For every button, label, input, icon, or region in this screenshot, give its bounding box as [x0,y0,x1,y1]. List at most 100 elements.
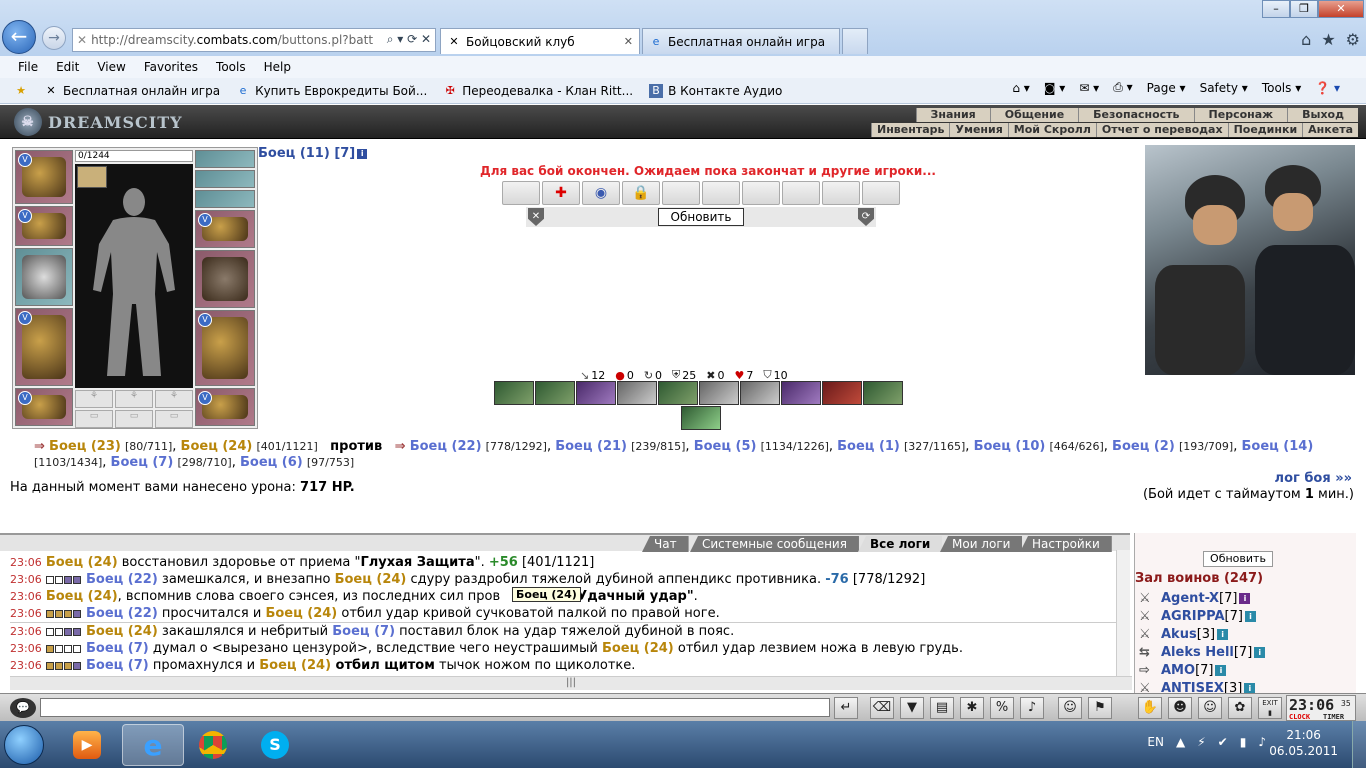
team2-member[interactable]: Боец (21) [555,439,627,454]
hall-user[interactable]: ⚔ ANTISEX[3] i [1139,681,1256,693]
menu-favorites[interactable]: Favorites [144,60,198,74]
menu-edit[interactable]: Edit [56,60,79,74]
info-icon[interactable]: i [1239,593,1251,604]
action-slot[interactable] [702,181,740,205]
hall-refresh-button[interactable]: Обновить [1203,551,1273,567]
nav-transfer-report[interactable]: Отчет о переводах [1095,123,1228,137]
favorite-item[interactable]: ✕ Бесплатная онлайн игра [44,84,220,98]
close-window-icon[interactable]: ✕ [1318,0,1364,18]
ring-slot[interactable]: ⚘ [115,390,153,408]
team2-member[interactable]: Боец (22) [410,439,482,454]
send-icon[interactable]: ↵ [834,697,858,719]
home-icon[interactable]: ⌂ [1301,30,1311,49]
rune-slot[interactable]: ▭ [155,410,193,428]
rss-icon[interactable]: ◙ ▾ [1044,81,1065,95]
skill-button[interactable] [740,381,780,405]
move-icon[interactable]: ✱ [960,697,984,719]
gloves-slot[interactable]: V [195,210,255,248]
ring-slot[interactable]: ⚘ [155,390,193,408]
friends-icon[interactable]: ☺ [1198,697,1222,719]
chat-input[interactable] [40,698,830,717]
favorites-star-icon[interactable]: ★ [14,84,28,98]
fighter-name[interactable]: Боец (11) [7] i [258,146,368,161]
nav-duels[interactable]: Поединки [1227,123,1303,137]
menu-help[interactable]: Help [264,60,291,74]
info-icon[interactable]: i [357,148,368,159]
action-slot[interactable] [782,181,820,205]
action-slot[interactable] [822,181,860,205]
hall-user[interactable]: ⚔ Akus[3] i [1139,627,1229,642]
nav-my-scroll[interactable]: Мой Скролл [1007,123,1096,137]
save-log-icon[interactable]: ▤ [930,697,954,719]
skill-button[interactable] [658,381,698,405]
forward-button[interactable]: → [42,26,66,50]
tab-all-logs[interactable]: Все логи [858,536,943,552]
weapon-slot[interactable] [15,248,73,306]
belt-slot[interactable]: V [15,388,73,426]
safety-menu[interactable]: Safety ▾ [1200,81,1248,95]
favorite-item[interactable]: BВ Контакте Аудио [649,83,782,98]
nav-profile[interactable]: Анкета [1302,123,1358,137]
hall-user[interactable]: ⚔ Agent-X[7] i [1139,591,1251,606]
legs-slot[interactable]: V [195,310,255,386]
faces-icon[interactable]: ☻ [1168,697,1192,719]
earring-slot[interactable] [195,170,255,188]
shield-slot[interactable] [195,250,255,308]
hall-user[interactable]: ⚔ AGRIPPA[7] i [1139,609,1256,624]
favorite-item[interactable]: e Купить Еврокредиты Бой... [236,84,428,98]
tab-my-logs[interactable]: Мои логи [940,536,1023,552]
gear-icon[interactable]: ⚙ [1346,30,1360,49]
nav-communication[interactable]: Общение [989,108,1078,122]
amulet-slot[interactable] [195,150,255,168]
team2-member[interactable]: Боец (2) [1112,439,1175,454]
menu-file[interactable]: File [18,60,38,74]
home-icon[interactable]: ⌂ ▾ [1012,81,1029,95]
media-player-icon[interactable]: ▶ [56,724,118,766]
nav-exit[interactable]: Выход [1287,108,1358,122]
pet-slot[interactable] [77,166,107,188]
tab-free-game[interactable]: e Бесплатная онлайн игра [642,28,840,54]
info-icon[interactable]: i [1244,683,1256,693]
nav-character[interactable]: Персонаж [1193,108,1288,122]
close-tab-icon[interactable]: ✕ [624,35,633,48]
signal-icon[interactable]: ▮ [1240,735,1247,749]
tab-system-messages[interactable]: Системные сообщения [690,536,859,552]
refresh-button[interactable]: Обновить [658,208,744,226]
skype-icon[interactable]: S [244,724,306,766]
ie-taskbar-icon[interactable]: e [122,724,184,766]
hand-icon[interactable]: ✋ [1138,697,1162,719]
start-button[interactable] [4,725,44,765]
clan-icon[interactable]: ⚑ [1088,697,1112,719]
skill-button[interactable] [617,381,657,405]
star-icon[interactable]: ★ [1321,30,1335,49]
team1-member[interactable]: Боец (24) [181,439,253,454]
page-menu[interactable]: Page ▾ [1147,81,1186,95]
menu-tools[interactable]: Tools [216,60,246,74]
show-desktop-button[interactable] [1352,721,1366,768]
nav-skills[interactable]: Умения [949,123,1007,137]
tab-chat[interactable]: Чат [642,536,689,552]
nav-security[interactable]: Безопасность [1078,108,1193,122]
help-icon[interactable]: ❓ ▾ [1315,81,1340,95]
info-icon[interactable]: i [1215,665,1227,676]
cat-icon[interactable]: ✿ [1228,697,1252,719]
rune-slot[interactable]: ▭ [75,410,113,428]
team1-member[interactable]: Боец (23) [49,439,121,454]
skill-button[interactable] [535,381,575,405]
team2-member[interactable]: Боец (1) [837,439,900,454]
filter-icon[interactable]: ▼ [900,697,924,719]
nav-inventory[interactable]: Инвентарь [871,123,949,137]
skill-button[interactable] [576,381,616,405]
ring-row-slot[interactable] [195,190,255,208]
info-icon[interactable]: i [1244,611,1256,622]
skill-button[interactable] [822,381,862,405]
mail-icon[interactable]: ✉ ▾ [1079,81,1099,95]
chat-vertical-scrollbar[interactable] [1116,550,1130,676]
helmet-slot[interactable]: V [15,150,73,204]
shield-right-icon[interactable]: ⟳ [858,208,874,226]
address-controls-icon[interactable]: ⌕ ▾ ⟳ ✕ [387,32,431,47]
info-icon[interactable]: i [1217,629,1229,640]
menu-view[interactable]: View [97,60,125,74]
nav-knowledge[interactable]: Знания [915,108,990,122]
tools-menu[interactable]: Tools ▾ [1262,81,1301,95]
